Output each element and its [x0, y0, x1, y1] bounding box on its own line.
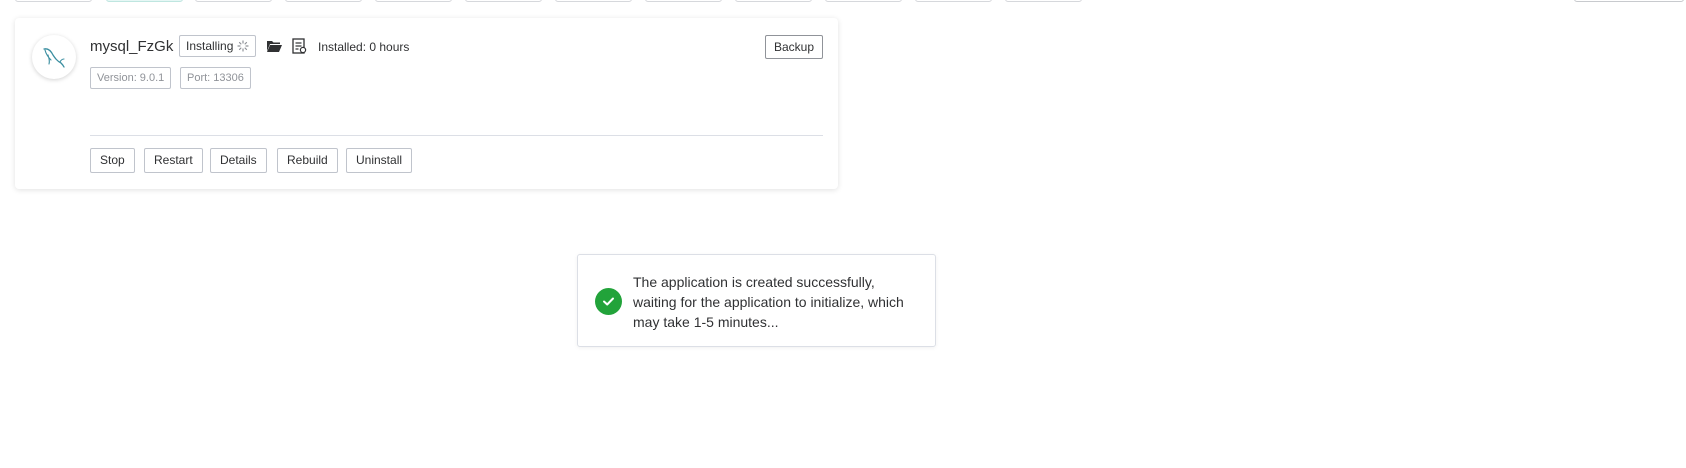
- backup-button[interactable]: Backup: [765, 35, 824, 59]
- tab-stub[interactable]: [825, 0, 902, 2]
- tab-stub-active[interactable]: [106, 0, 183, 2]
- top-right-control[interactable]: [1574, 0, 1684, 2]
- success-toast: The application is created successfully,…: [577, 254, 936, 347]
- card-divider: [90, 135, 823, 136]
- tab-stub[interactable]: [465, 0, 542, 2]
- tab-stub[interactable]: [375, 0, 452, 2]
- tab-stub[interactable]: [1005, 0, 1082, 2]
- stop-button[interactable]: Stop: [90, 148, 135, 173]
- tab-stub[interactable]: [735, 0, 812, 2]
- folder-icon[interactable]: [266, 39, 282, 53]
- spinner-icon: [237, 40, 249, 52]
- log-file-icon[interactable]: [292, 38, 307, 54]
- restart-button[interactable]: Restart: [144, 148, 203, 173]
- tab-stub[interactable]: [285, 0, 362, 2]
- status-badge: Installing: [179, 35, 257, 57]
- app-name: mysql_FzGk: [90, 38, 174, 55]
- port-tag: Port: 13306: [180, 67, 251, 89]
- tab-stub[interactable]: [645, 0, 722, 2]
- rebuild-button[interactable]: Rebuild: [277, 148, 338, 173]
- success-check-icon: [595, 288, 622, 315]
- uninstall-button[interactable]: Uninstall: [346, 148, 413, 173]
- status-label: Installing: [186, 39, 234, 53]
- app-card: mysql_FzGk Installing Installed: 0 hours: [15, 18, 838, 189]
- details-button[interactable]: Details: [210, 148, 267, 173]
- tab-stub[interactable]: [915, 0, 992, 2]
- tab-stub[interactable]: [195, 0, 272, 2]
- tab-stub[interactable]: [555, 0, 632, 2]
- mysql-dolphin-icon: [43, 48, 65, 68]
- tab-stub[interactable]: [15, 0, 92, 2]
- version-tag: Version: 9.0.1: [90, 67, 172, 89]
- toast-message: The application is created successfully,…: [633, 274, 904, 330]
- installed-time: Installed: 0 hours: [318, 40, 410, 54]
- app-avatar: [32, 35, 76, 79]
